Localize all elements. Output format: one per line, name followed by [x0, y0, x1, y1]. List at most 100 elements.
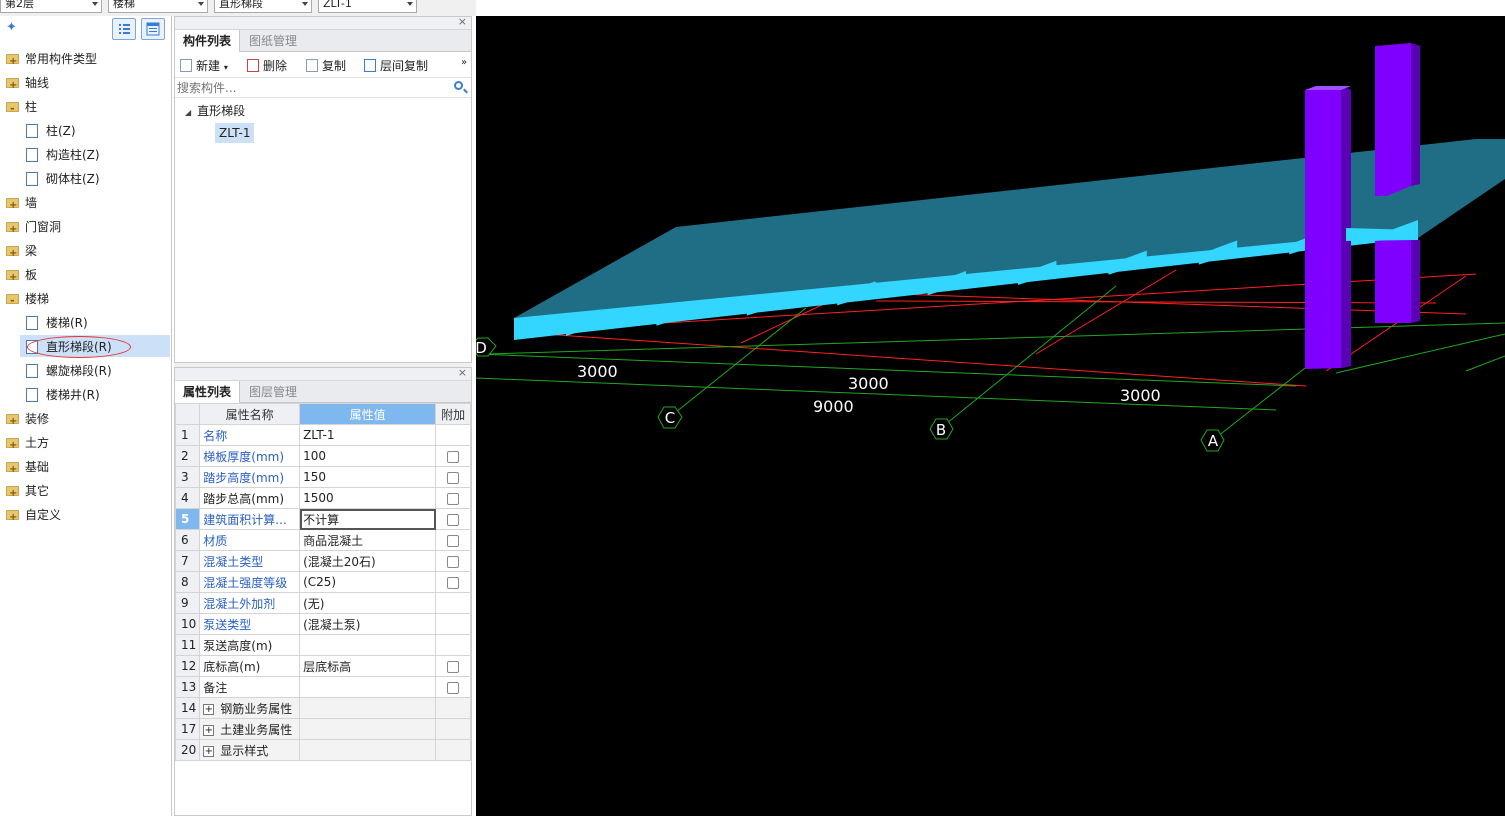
collapse-triangle-icon[interactable]: ◢: [185, 108, 191, 117]
extra-checkbox[interactable]: [447, 471, 460, 484]
tree-item[interactable]: 柱(Z): [26, 120, 76, 142]
extra-checkbox[interactable]: [447, 450, 460, 463]
copy-button[interactable]: 复制: [306, 57, 346, 74]
property-row[interactable]: 14 + 钢筋业务属性: [174, 697, 471, 719]
search-icon[interactable]: [454, 81, 463, 90]
property-row[interactable]: 10 泵送类型 (混凝土泵): [174, 613, 471, 635]
property-row[interactable]: 8 混凝土强度等级 (C25): [174, 571, 471, 593]
search-input[interactable]: [177, 79, 447, 96]
property-name[interactable]: + 土建业务属性: [199, 718, 301, 740]
property-row[interactable]: 12 底标高(m) 层底标高: [174, 655, 471, 677]
property-value[interactable]: (无): [299, 592, 437, 614]
extra-checkbox[interactable]: [447, 492, 460, 505]
extra-checkbox[interactable]: [447, 681, 460, 694]
type-select[interactable]: 直形梯段: [214, 0, 312, 13]
property-value[interactable]: [299, 697, 437, 719]
tree-item[interactable]: 梁: [6, 240, 37, 265]
extra-checkbox[interactable]: [447, 576, 460, 589]
property-row[interactable]: 17 + 土建业务属性: [174, 718, 471, 740]
property-value[interactable]: 商品混凝土: [299, 529, 437, 551]
component-item-zlt1[interactable]: ZLT-1: [215, 123, 255, 143]
property-tabs: 属性列表 图层管理: [175, 381, 471, 403]
property-value[interactable]: (混凝土泵): [299, 613, 437, 635]
axis-label-c: C: [665, 409, 675, 427]
property-name[interactable]: + 钢筋业务属性: [199, 697, 301, 719]
extra-checkbox[interactable]: [447, 534, 460, 547]
property-row[interactable]: 9 混凝土外加剂 (无): [174, 592, 471, 614]
property-value[interactable]: [299, 718, 437, 740]
expand-plus-icon[interactable]: +: [203, 724, 215, 736]
property-value[interactable]: (C25): [299, 571, 437, 593]
property-value[interactable]: [299, 676, 437, 698]
tree-item-label: 柱(Z): [46, 124, 76, 138]
tab-drawing-management[interactable]: 图纸管理: [241, 30, 305, 52]
property-row[interactable]: 5 建筑面积计算... 不计算: [174, 508, 471, 530]
property-row[interactable]: 6 材质 商品混凝土: [174, 529, 471, 551]
extra-checkbox[interactable]: [447, 555, 460, 568]
property-value[interactable]: 150: [299, 466, 437, 488]
tree-item[interactable]: 柱: [6, 96, 37, 120]
detail-view-button[interactable]: [141, 18, 165, 40]
floor-select[interactable]: 第2层: [0, 0, 102, 13]
new-button[interactable]: 新建 ▾: [180, 57, 228, 74]
property-value[interactable]: 层底标高: [299, 655, 437, 677]
property-row[interactable]: 4 踏步总高(mm) 1500: [174, 487, 471, 509]
tree-item[interactable]: 楼梯: [6, 288, 49, 312]
axis-label-b: B: [936, 421, 946, 439]
tree-item[interactable]: 其它: [6, 480, 49, 505]
property-row[interactable]: 1 名称 ZLT-1: [174, 424, 471, 446]
property-row[interactable]: 13 备注: [174, 676, 471, 698]
tab-component-list[interactable]: 构件列表: [175, 30, 241, 52]
tree-item[interactable]: 楼梯井(R): [26, 384, 100, 406]
property-name[interactable]: + 显示样式: [199, 739, 301, 761]
tree-item[interactable]: 土方: [6, 432, 49, 457]
property-row[interactable]: 7 混凝土类型 (混凝土20石): [174, 550, 471, 572]
tree-item[interactable]: 构造柱(Z): [26, 144, 100, 166]
property-value[interactable]: [299, 634, 437, 656]
property-row-number: 11: [174, 634, 201, 656]
tree-item[interactable]: 门窗洞: [6, 216, 61, 241]
copy-icon: [306, 59, 318, 72]
expand-plus-icon[interactable]: +: [203, 745, 215, 757]
property-value[interactable]: [299, 739, 437, 761]
component-group[interactable]: ◢ 直形梯段: [185, 102, 245, 119]
tree-item[interactable]: 墙: [6, 192, 37, 217]
close-icon[interactable]: ×: [458, 366, 467, 379]
more-tools-icon[interactable]: »: [461, 57, 467, 68]
floor-copy-button-label: 层间复制: [380, 59, 429, 73]
property-value[interactable]: (混凝土20石): [299, 550, 437, 572]
property-row[interactable]: 3 踏步高度(mm) 150: [174, 466, 471, 488]
tree-item[interactable]: 楼梯(R): [26, 312, 88, 334]
category-select[interactable]: 楼梯: [108, 0, 208, 13]
property-value[interactable]: 100: [299, 445, 437, 467]
property-row[interactable]: 2 梯板厚度(mm) 100: [174, 445, 471, 467]
tab-property-list[interactable]: 属性列表: [175, 381, 241, 403]
extra-checkbox[interactable]: [447, 660, 460, 673]
element-select[interactable]: ZLT-1: [318, 0, 417, 13]
tree-item[interactable]: 装修: [6, 408, 49, 433]
expand-collapse-icon[interactable]: ✦: [6, 20, 17, 35]
tree-item-label: 楼梯(R): [46, 316, 88, 330]
tab-layer-management[interactable]: 图层管理: [241, 381, 305, 403]
tree-item[interactable]: 轴线: [6, 72, 49, 97]
delete-button[interactable]: 删除: [247, 57, 287, 74]
property-value[interactable]: 1500: [299, 487, 437, 509]
close-icon[interactable]: ×: [458, 15, 467, 28]
property-value[interactable]: 不计算: [299, 508, 437, 530]
tree-item[interactable]: 板: [6, 264, 37, 289]
tree-item[interactable]: 自定义: [6, 504, 61, 529]
tree-item[interactable]: 砌体柱(Z): [26, 168, 100, 190]
property-value[interactable]: ZLT-1: [299, 424, 437, 446]
property-extra: [435, 592, 471, 614]
tree-item[interactable]: 螺旋梯段(R): [26, 360, 112, 382]
list-view-button[interactable]: [112, 18, 136, 40]
expand-plus-icon[interactable]: +: [203, 703, 215, 715]
tree-item[interactable]: 基础: [6, 456, 49, 481]
property-row[interactable]: 11 泵送高度(m): [174, 634, 471, 656]
tree-item[interactable]: 常用构件类型: [6, 48, 97, 73]
extra-checkbox[interactable]: [447, 513, 460, 526]
column-side: [1411, 238, 1420, 323]
property-row[interactable]: 20 + 显示样式: [174, 739, 471, 761]
floor-copy-button[interactable]: 层间复制: [364, 57, 428, 74]
3d-viewport[interactable]: D C B A 3000 3000 3000 9000: [476, 16, 1505, 816]
